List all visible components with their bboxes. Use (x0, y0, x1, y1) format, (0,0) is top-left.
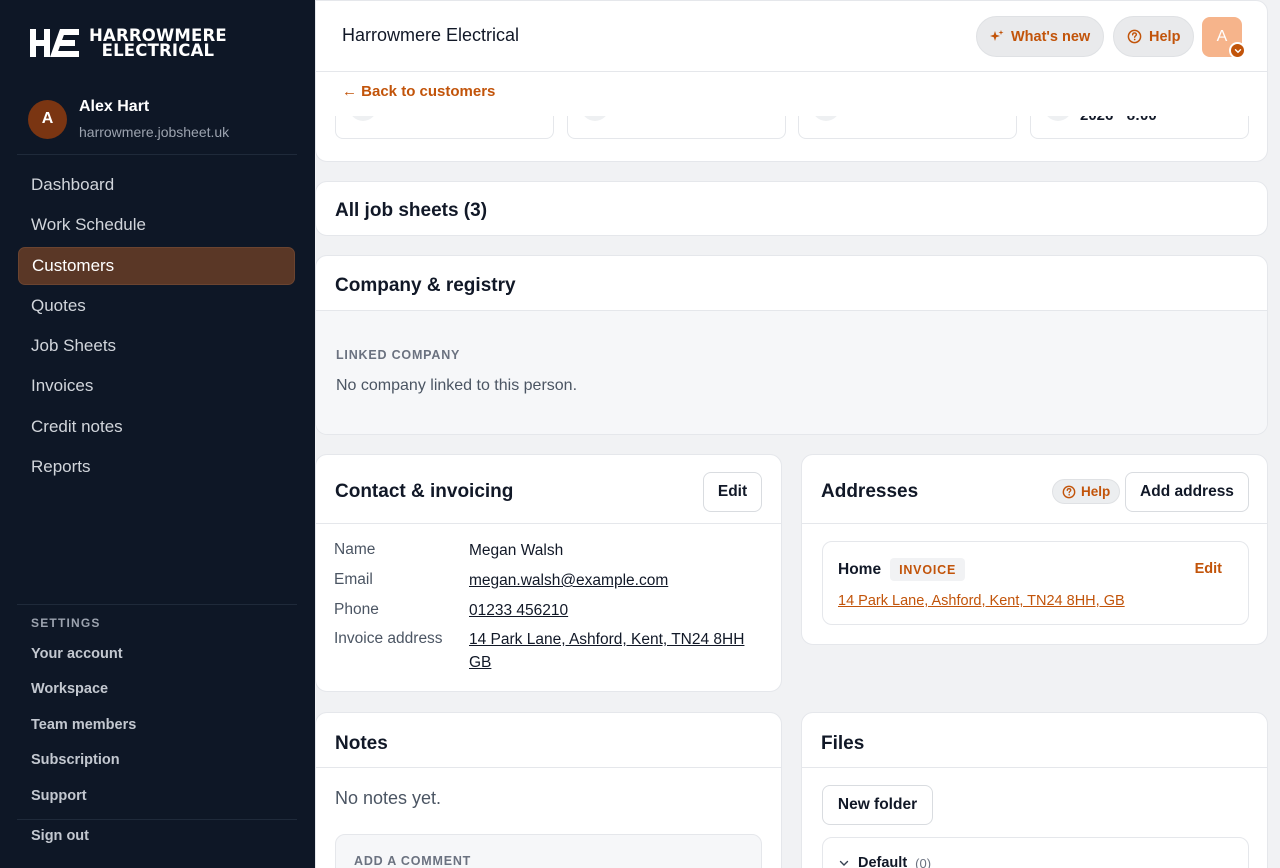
stat-icon (1044, 116, 1072, 121)
settings-nav: Your account Workspace Team members Subs… (31, 636, 136, 814)
current-user[interactable]: A Alex Hart harrowmere.jobsheet.uk (28, 98, 229, 140)
nav-item-customers[interactable]: Customers (18, 246, 295, 285)
address-item: Home INVOICE Edit 14 Park Lane, Ashford,… (822, 541, 1249, 625)
settings-item-team-members[interactable]: Team members (31, 707, 136, 743)
stat-icon (581, 116, 609, 121)
settings-item-support[interactable]: Support (31, 778, 136, 814)
account-menu-avatar[interactable]: A (1202, 17, 1246, 59)
invoice-badge: INVOICE (890, 558, 966, 581)
card-divider (802, 767, 1267, 768)
stat-card (335, 116, 554, 139)
address-link[interactable]: 14 Park Lane, Ashford, Kent, TN24 8HH, G… (838, 593, 1125, 609)
nav-item-job-sheets[interactable]: Job Sheets (18, 327, 295, 365)
whats-new-button[interactable]: What's new (976, 16, 1105, 57)
job-sheets-title[interactable]: All job sheets (3) (335, 200, 487, 222)
stat-value: 2026 · 8:00 (1080, 116, 1157, 124)
card-divider (316, 523, 781, 524)
files-card: Files New folder Default (0) (801, 712, 1268, 868)
nav-item-quotes[interactable]: Quotes (18, 287, 295, 325)
new-folder-button[interactable]: New folder (822, 785, 933, 825)
edit-address-link[interactable]: Edit (1195, 561, 1222, 577)
user-domain: harrowmere.jobsheet.uk (79, 124, 230, 140)
user-avatar: A (28, 99, 67, 139)
sub-header: ← Back to customers (315, 72, 1268, 116)
summary-stats-strip: 2026 · 8:00 (315, 116, 1268, 162)
stat-card (567, 116, 786, 139)
contact-name: Megan Walsh (469, 542, 564, 559)
company-registry-title: Company & registry (335, 275, 516, 296)
contact-phone-link[interactable]: 01233 456210 (469, 599, 759, 622)
brand-logo[interactable]: HARROWMERE ELECTRICAL (30, 27, 227, 59)
stat-icon (349, 116, 377, 121)
folder-name: Default (858, 855, 908, 868)
nav-item-dashboard[interactable]: Dashboard (18, 166, 295, 204)
add-comment-box[interactable]: ADD A COMMENT (335, 834, 762, 868)
phone-label: Phone (334, 601, 379, 618)
nav-item-work-schedule[interactable]: Work Schedule (18, 206, 295, 244)
addresses-card: Addresses Help Add address Home INVOICE … (801, 454, 1268, 645)
notes-empty: No notes yet. (335, 788, 442, 808)
notes-title: Notes (335, 733, 388, 754)
top-bar: Harrowmere Electrical What's new Help A (315, 0, 1268, 72)
card-divider (802, 523, 1267, 524)
help-button[interactable]: Help (1113, 16, 1195, 57)
stat-card: 2026 · 8:00 (1030, 116, 1249, 139)
card-divider (316, 767, 781, 768)
sparkle-icon (990, 29, 1004, 41)
linked-company-empty: No company linked to this person. (336, 377, 578, 394)
edit-contact-button[interactable]: Edit (703, 472, 762, 512)
addresses-help-button[interactable]: Help (1052, 479, 1121, 504)
company-body: LINKED COMPANY No company linked to this… (316, 310, 1267, 434)
sidebar-divider (17, 154, 297, 155)
sidebar: HARROWMERE ELECTRICAL A Alex Hart harrow… (0, 0, 315, 868)
files-title: Files (821, 733, 865, 754)
company-registry-card: Company & registry LINKED COMPANY No com… (315, 255, 1268, 435)
folder-count: (0) (915, 855, 932, 868)
nav-item-reports[interactable]: Reports (18, 448, 295, 486)
help-circle-icon (1127, 29, 1142, 44)
address-name: Home (838, 560, 882, 578)
stat-icon (812, 116, 840, 121)
nav-item-credit-notes[interactable]: Credit notes (18, 408, 295, 446)
contact-email-link[interactable]: megan.walsh@example.com (469, 569, 759, 592)
invoice-address-link[interactable]: 14 Park Lane, Ashford, Kent, TN24 8HH GB (469, 628, 759, 674)
add-comment-label: ADD A COMMENT (354, 854, 472, 868)
logo-mark-icon (30, 29, 79, 57)
sidebar-divider (17, 604, 297, 605)
sidebar-divider (17, 819, 297, 820)
linked-company-label: LINKED COMPANY (336, 348, 461, 362)
notes-card: Notes No notes yet. ADD A COMMENT (315, 712, 782, 868)
name-label: Name (334, 541, 376, 558)
main-content: Harrowmere Electrical What's new Help A … (315, 0, 1280, 868)
user-name: Alex Hart (79, 98, 150, 115)
help-circle-icon (1062, 485, 1076, 498)
contact-invoicing-card: Contact & invoicing Edit Name Megan Wals… (315, 454, 782, 692)
page-title: Harrowmere Electrical (342, 25, 520, 45)
chevron-down-icon (839, 860, 849, 866)
settings-item-subscription[interactable]: Subscription (31, 743, 136, 779)
settings-heading: SETTINGS (31, 616, 101, 630)
email-label: Email (334, 571, 373, 588)
invoice-address-label: Invoice address (334, 630, 443, 647)
folder-row[interactable]: Default (0) (822, 837, 1249, 868)
contact-invoicing-title: Contact & invoicing (335, 481, 514, 502)
sign-out-link[interactable]: Sign out (31, 828, 89, 844)
add-address-button[interactable]: Add address (1125, 472, 1249, 512)
chevron-down-icon (1229, 42, 1246, 59)
nav-item-invoices[interactable]: Invoices (18, 367, 295, 405)
stat-card (798, 116, 1017, 139)
job-sheets-card[interactable]: All job sheets (3) (315, 181, 1268, 236)
brand-name: HARROWMERE ELECTRICAL (89, 26, 227, 60)
settings-item-your-account[interactable]: Your account (31, 636, 136, 672)
back-to-customers-link[interactable]: ← Back to customers (342, 83, 495, 100)
addresses-title: Addresses (821, 481, 919, 502)
settings-item-workspace[interactable]: Workspace (31, 672, 136, 708)
main-nav: Dashboard Work Schedule Customers Quotes… (18, 166, 295, 488)
